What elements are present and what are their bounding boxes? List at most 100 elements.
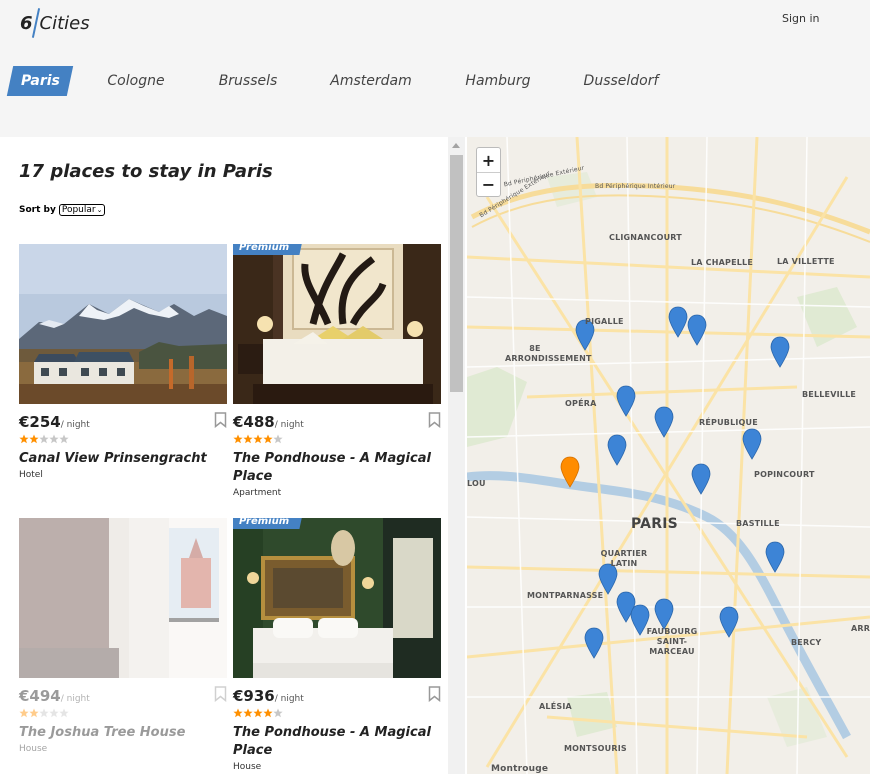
map-label: ALÉSIA [539,702,572,711]
price-period: / night [274,420,304,430]
map-label: MONTPARNASSE [527,591,604,600]
map-label: BASTILLE [736,519,780,528]
header: 6 Cities Sign in [0,0,870,48]
premium-label: Premium [239,244,290,253]
logo[interactable]: 6 Cities [20,8,90,38]
logo-number: 6 [20,12,33,34]
star-icon [273,708,283,718]
star-icon [29,708,39,718]
offer-title[interactable]: Canal View Prinsengracht [19,450,227,468]
rating-stars [233,434,441,444]
sort-select[interactable]: Popular ⌄ [58,204,106,216]
offer-card[interactable]: Premium €936/ night The Pondhouse - A Ma… [233,518,441,772]
city-tabs: Paris Cologne Brussels Amsterdam Hamburg… [0,62,870,98]
tab-dusseldorf[interactable]: Dusseldorf [578,66,664,96]
offer-card[interactable]: Premium €488/ night The Pondhouse - A Ma… [233,244,441,498]
price-period: / night [60,694,90,704]
logo-divider [31,8,40,38]
tab-paris[interactable]: Paris [6,66,74,96]
logo-text: Cities [39,12,90,34]
star-icon [19,434,29,444]
bookmark-icon[interactable] [214,412,227,428]
map-label: OPÉRA [565,399,597,408]
bookmark-icon[interactable] [428,412,441,428]
bookmark-icon[interactable] [214,686,227,702]
map-label: BELLEVILLE [802,390,857,399]
map-label: FAUBOURG SAINT-MARCEAU [646,627,698,656]
premium-badge: Premium [233,244,303,255]
map-label: 8E ARRONDISSEMENT [505,344,592,363]
premium-badge: Premium [233,518,303,529]
map-label: BERCY [791,638,822,647]
star-icon [253,708,263,718]
scroll-up-icon[interactable] [452,143,460,148]
map-label: Montrouge [491,764,549,774]
city-map[interactable]: Bd Périphérique Extérieur Bd Périphériqu… [467,137,870,774]
star-icon [273,434,283,444]
hotel-bedroom-photo[interactable]: Premium [233,244,441,404]
tab-brussels[interactable]: Brussels [212,66,284,96]
zoom-control: + − [476,147,501,197]
list-scrollbar[interactable] [448,137,465,774]
map-label: Bd Périphérique Intérieur [595,183,676,190]
map-label: ARRO [851,624,870,633]
map-label: CLIGNANCOURT [609,233,682,242]
star-icon [253,434,263,444]
price: €254 [19,413,61,431]
offers-list: 17 places to stay in Paris Sort by Popul… [0,137,448,774]
zoom-in-button[interactable]: + [477,148,500,172]
scrollbar-thumb[interactable] [450,155,463,392]
tab-amsterdam[interactable]: Amsterdam [326,66,416,96]
star-icon [49,708,59,718]
star-icon [19,708,29,718]
map-label: LA VILLETTE [777,257,835,266]
main-content: 17 places to stay in Paris Sort by Popul… [0,137,870,774]
star-icon [39,434,49,444]
map-label: MONTSOURIS [564,744,627,753]
star-icon [59,708,69,718]
price: €488 [233,413,275,431]
star-icon [49,434,59,444]
offer-title[interactable]: The Pondhouse - A Magical Place [233,724,441,760]
offer-card[interactable]: €494/ night The Joshua Tree House House [19,518,227,754]
tab-hamburg[interactable]: Hamburg [460,66,536,96]
offer-card[interactable]: €254/ night Canal View Prinsengracht Hot… [19,244,227,480]
price: €494 [19,687,61,705]
rating-stars [19,708,227,718]
sort-control: Sort by Popular ⌄ [19,204,106,216]
premium-label: Premium [239,518,290,527]
map-label: LA CHAPELLE [691,258,754,267]
map-label: PIGALLE [585,317,624,326]
bookmark-icon[interactable] [428,686,441,702]
tab-label: Paris [20,73,60,89]
offer-type: Hotel [19,470,43,480]
star-icon [233,434,243,444]
places-title: 17 places to stay in Paris [19,161,273,182]
star-icon [263,708,273,718]
offer-title[interactable]: The Joshua Tree House [19,724,227,742]
star-icon [263,434,273,444]
sort-label: Sort by [19,205,56,215]
offer-type: House [233,762,262,772]
star-icon [39,708,49,718]
green-bedroom-photo[interactable]: Premium [233,518,441,678]
window-view-photo[interactable] [19,518,227,678]
star-icon [243,708,253,718]
map-label: LOU [467,479,486,488]
tab-cologne[interactable]: Cologne [100,66,172,96]
offer-type: Apartment [233,488,282,498]
map-city-label: PARIS [631,516,678,532]
map-label: RÉPUBLIQUE [699,418,758,427]
price: €936 [233,687,275,705]
price-period: / night [274,694,304,704]
star-icon [243,434,253,444]
offer-title[interactable]: The Pondhouse - A Magical Place [233,450,441,486]
map-label: POPINCOURT [754,470,815,479]
sort-value: Popular [61,205,96,215]
star-icon [59,434,69,444]
sign-in-link[interactable]: Sign in [782,12,820,25]
mountain-house-photo[interactable] [19,244,227,404]
offer-type: House [19,744,48,754]
chevron-down-icon: ⌄ [96,206,103,214]
zoom-out-button[interactable]: − [477,172,500,196]
